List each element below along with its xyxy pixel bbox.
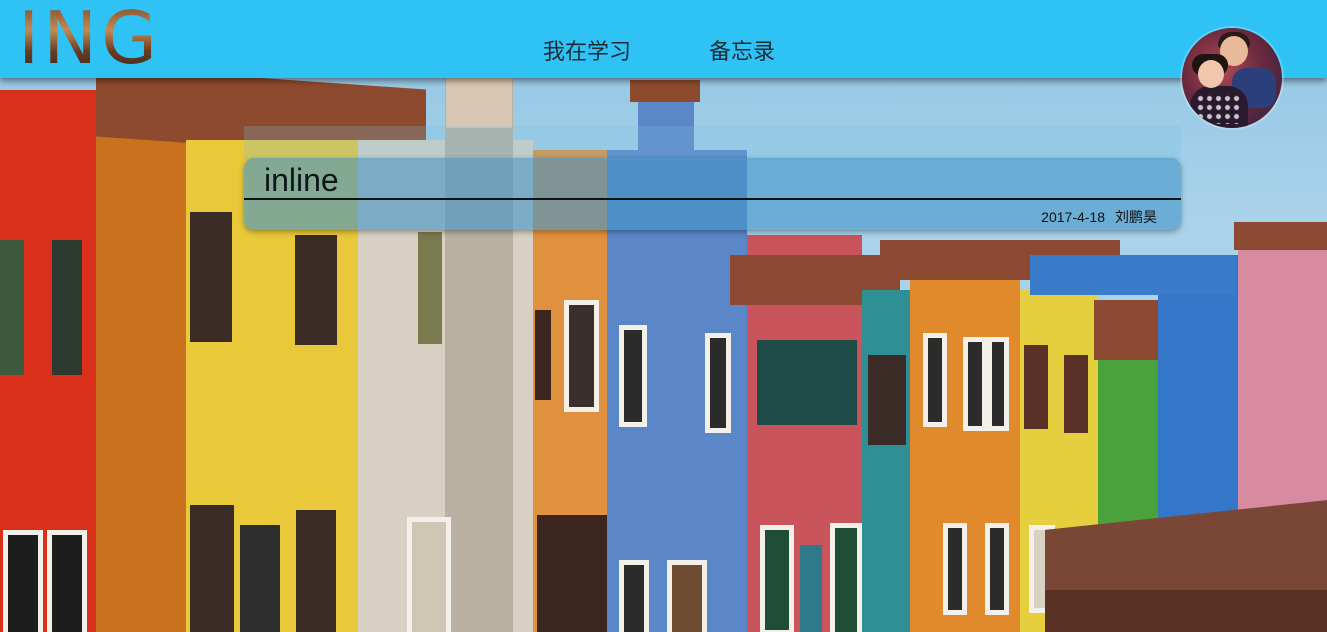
post-author: 刘鹏昊 xyxy=(1115,209,1157,225)
post-card[interactable]: inline 2017-4-18 刘鹏昊 xyxy=(244,158,1181,230)
post-date: 2017-4-18 xyxy=(1041,209,1105,225)
background-photo xyxy=(0,0,1327,632)
post-title[interactable]: inline xyxy=(264,162,339,199)
card-glass-strip xyxy=(244,126,1181,160)
post-divider xyxy=(244,198,1181,200)
site-logo[interactable]: ING xyxy=(18,2,161,74)
top-nav-bar: ING 我在学习 备忘录 xyxy=(0,0,1327,78)
post-meta: 2017-4-18 刘鹏昊 xyxy=(1031,207,1157,227)
user-avatar[interactable] xyxy=(1182,28,1282,128)
nav-link-memo[interactable]: 备忘录 xyxy=(709,34,775,66)
nav-link-learning[interactable]: 我在学习 xyxy=(543,34,631,66)
